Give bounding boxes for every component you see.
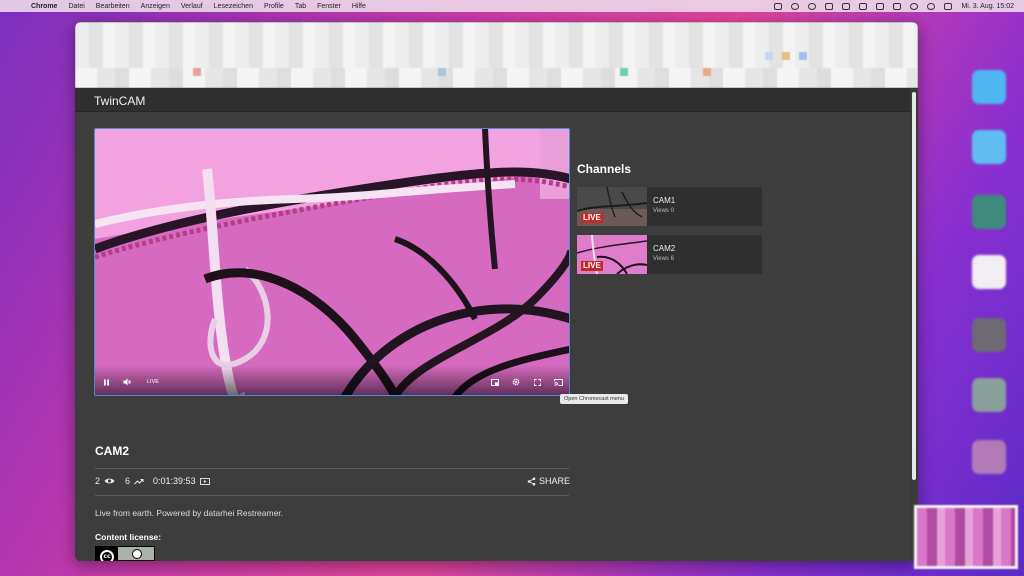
page-scrollbar[interactable]	[910, 88, 918, 561]
pause-button[interactable]	[101, 377, 111, 387]
channel-card-cam1[interactable]: LIVE CAM1 Views 0	[577, 187, 762, 226]
spotlight-search-icon[interactable]	[927, 2, 936, 10]
menu-bar-status-area: Mi. 3. Aug. 15:02	[774, 0, 1014, 12]
dock-app-icon[interactable]	[972, 130, 1006, 164]
divider	[95, 468, 569, 469]
channel-thumbnail[interactable]: LIVE	[577, 235, 647, 274]
chromecast-button[interactable]	[553, 377, 563, 387]
muted-speaker-icon	[123, 378, 131, 386]
wifi-icon[interactable]	[876, 2, 885, 10]
channel-views: Views 6	[653, 256, 674, 262]
dock-app-icon[interactable]	[972, 255, 1006, 289]
bookmarks-bar-pixelated	[75, 68, 918, 88]
menu-bearbeiten[interactable]: Bearbeiten	[96, 3, 130, 10]
gear-icon	[512, 378, 520, 386]
bookmark-icon[interactable]	[438, 68, 446, 76]
bluetooth-icon[interactable]	[859, 2, 868, 10]
screenshot-preview-thumbnail[interactable]	[914, 505, 1018, 569]
menu-profile[interactable]: Profile	[264, 3, 284, 10]
dock-app-icon[interactable]	[972, 318, 1006, 352]
picture-in-picture-icon	[491, 378, 499, 386]
cc-logo: cc	[96, 547, 118, 561]
dock-app-icon[interactable]	[972, 440, 1006, 474]
menu-datei[interactable]: Datei	[68, 3, 84, 10]
stream-description: Live from earth. Powered by datarhei Res…	[95, 508, 284, 518]
bookmark-icon[interactable]	[703, 68, 711, 76]
uptime: 0:01:39:53	[153, 476, 196, 486]
fullscreen-icon	[533, 378, 541, 386]
extension-icon[interactable]	[765, 52, 773, 60]
stream-stats: 2 6 0:01:39:53	[95, 476, 210, 486]
video-player[interactable]: LIVE	[94, 128, 570, 396]
channel-thumbnail[interactable]: LIVE	[577, 187, 647, 226]
menu-app-name[interactable]: Chrome	[31, 3, 57, 10]
control-center-icon[interactable]	[944, 2, 953, 10]
chromecast-tooltip: Open Chromecast menu	[560, 394, 628, 404]
creative-commons-icon: cc	[100, 549, 114, 561]
browser-window: TwinCAM LIVE Open Chromecast menu Channe…	[75, 22, 918, 561]
dock-app-icon[interactable]	[972, 70, 1006, 104]
main-content: LIVE Open Chromecast menu Channels LIVE …	[75, 112, 910, 561]
pause-icon	[103, 379, 109, 385]
live-tv-icon	[199, 478, 210, 485]
channel-views: Views 0	[653, 208, 674, 214]
fullscreen-button[interactable]	[532, 377, 542, 387]
menu-fenster[interactable]: Fenster	[317, 3, 341, 10]
channel-name: CAM1	[653, 196, 676, 205]
live-badge: LIVE	[581, 261, 603, 271]
settings-button[interactable]	[511, 377, 521, 387]
scrollbar-thumb[interactable]	[912, 92, 916, 480]
bookmark-icon[interactable]	[193, 68, 201, 76]
attribution-person-icon	[132, 549, 142, 559]
divider	[95, 495, 569, 496]
bookmark-icon[interactable]	[620, 68, 628, 76]
menu-verlauf[interactable]: Verlauf	[181, 3, 203, 10]
display-icon[interactable]	[825, 2, 834, 10]
live-badge: LIVE	[581, 213, 603, 223]
camera-feed-image	[95, 129, 569, 395]
stream-title: CAM2	[95, 444, 130, 458]
browser-toolbar-pixelated	[75, 22, 918, 88]
mute-button[interactable]	[122, 377, 132, 387]
share-label: SHARE	[539, 476, 571, 486]
menu-tab[interactable]: Tab	[295, 3, 306, 10]
volume-icon[interactable]	[842, 2, 851, 10]
viewer-count: 2	[95, 476, 101, 486]
microphone-icon[interactable]	[774, 2, 783, 10]
player-controls-bar: LIVE	[95, 365, 569, 395]
total-views-count: 6	[125, 476, 131, 486]
cc-by-license-badge[interactable]: cc BY	[95, 546, 155, 561]
license-badge-text: BY	[118, 560, 154, 561]
share-button[interactable]: SHARE	[527, 476, 570, 486]
extension-icon[interactable]	[782, 52, 790, 60]
share-icon	[527, 477, 536, 485]
dock-app-icon[interactable]	[972, 195, 1006, 229]
globe-icon[interactable]	[791, 2, 800, 10]
trending-up-icon	[134, 478, 144, 484]
cc-by-section: BY	[118, 547, 154, 561]
menu-lesezeichen[interactable]: Lesezeichen	[214, 3, 253, 10]
channels-heading: Channels	[577, 162, 632, 176]
app-header: TwinCAM	[75, 88, 910, 112]
eye-icon	[104, 478, 115, 484]
live-indicator[interactable]: LIVE	[147, 379, 159, 385]
channel-name: CAM2	[653, 244, 676, 253]
content-license-label: Content license:	[95, 532, 162, 542]
battery-icon[interactable]	[893, 2, 902, 10]
macos-menu-bar: Chrome Datei Bearbeiten Anzeigen Verlauf…	[0, 0, 1024, 12]
time-machine-icon[interactable]	[910, 2, 919, 10]
picture-in-picture-button[interactable]	[490, 377, 500, 387]
app-title[interactable]: TwinCAM	[94, 94, 145, 108]
extension-icon[interactable]	[799, 52, 807, 60]
checkmark-icon[interactable]	[808, 2, 817, 10]
cast-icon	[553, 378, 563, 386]
menu-hilfe[interactable]: Hilfe	[352, 3, 366, 10]
menu-bar-clock[interactable]: Mi. 3. Aug. 15:02	[961, 3, 1014, 10]
dock-app-icon[interactable]	[972, 378, 1006, 412]
channel-card-cam2[interactable]: LIVE CAM2 Views 6	[577, 235, 762, 274]
menu-anzeigen[interactable]: Anzeigen	[141, 3, 170, 10]
